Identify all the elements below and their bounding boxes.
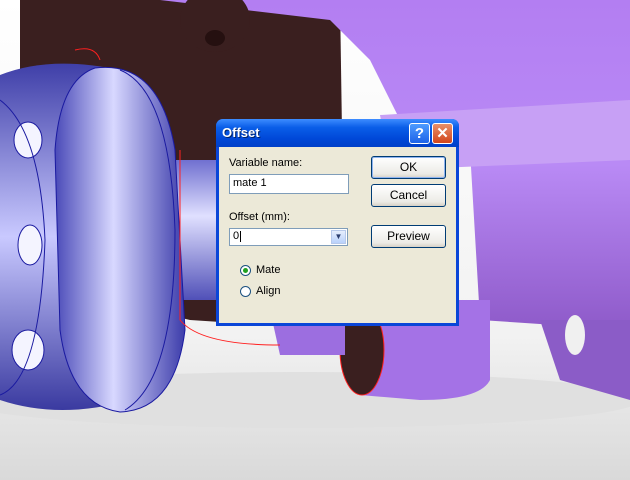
close-icon: ✕	[436, 125, 449, 142]
mate-radio[interactable]	[240, 265, 251, 276]
dialog-body: Variable name: mate 1 Offset (mm): 0 ▼ M…	[219, 147, 456, 323]
radio-selected-dot	[243, 268, 248, 273]
offset-combobox[interactable]: 0 ▼	[229, 228, 348, 246]
close-button[interactable]: ✕	[432, 123, 453, 144]
help-icon: ?	[414, 125, 425, 142]
offset-dialog: Offset ? ✕ Variable name: mate 1 Offset …	[216, 119, 459, 326]
align-radio[interactable]	[240, 286, 251, 297]
chevron-down-icon[interactable]: ▼	[331, 230, 346, 244]
text-cursor	[240, 230, 242, 242]
variable-name-label: Variable name:	[229, 157, 303, 169]
preview-button[interactable]: Preview	[371, 225, 446, 248]
ok-button[interactable]: OK	[371, 156, 446, 179]
variable-name-value: mate 1	[233, 177, 267, 189]
offset-label: Offset (mm):	[229, 211, 290, 223]
cancel-button[interactable]: Cancel	[371, 184, 446, 207]
help-button[interactable]: ?	[409, 123, 430, 144]
variable-name-input[interactable]: mate 1	[229, 174, 349, 194]
dialog-title: Offset	[222, 125, 260, 140]
offset-value: 0	[233, 230, 240, 242]
align-radio-label: Align	[256, 285, 281, 297]
mate-radio-label: Mate	[256, 264, 281, 276]
dialog-titlebar[interactable]: Offset ? ✕	[216, 119, 459, 147]
